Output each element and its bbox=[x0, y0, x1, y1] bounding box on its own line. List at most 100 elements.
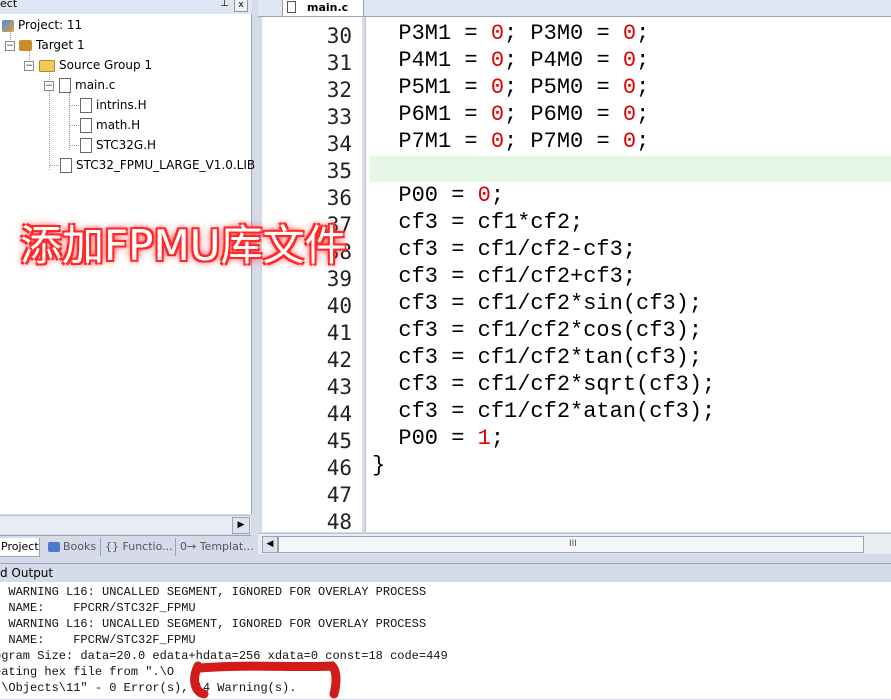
numeric-literal: 0 bbox=[622, 75, 637, 100]
code-token: ; bbox=[636, 102, 650, 127]
collapse-toggle[interactable]: − bbox=[44, 81, 54, 91]
numeric-literal: 0 bbox=[490, 129, 505, 154]
project-horizontal-scrollbar[interactable]: ▶ bbox=[0, 515, 251, 534]
code-token: P7M1 = bbox=[372, 129, 491, 154]
output-line: NAME: FPCRW/STC32F_FPMU bbox=[0, 633, 196, 647]
code-token: P00 = bbox=[372, 183, 478, 208]
code-token: cf3 = cf1/cf2+cf3; bbox=[372, 264, 637, 289]
output-line: * WARNING L16: UNCALLED SEGMENT, IGNORED… bbox=[0, 617, 427, 631]
code-token: ; P3M0 = bbox=[504, 21, 623, 46]
output-line: NAME: FPCRR/STC32F_FPMU bbox=[0, 601, 196, 615]
code-line: cf3 = cf1/cf2+cf3; bbox=[372, 263, 636, 290]
tree-label: math.H bbox=[96, 118, 141, 132]
tree-node-main-c[interactable]: main.c bbox=[59, 76, 115, 94]
line-number: 46 bbox=[326, 456, 352, 480]
code-token: ; P4M0 = bbox=[504, 48, 623, 73]
collapse-toggle[interactable]: − bbox=[24, 61, 34, 71]
numeric-literal: 0 bbox=[490, 102, 505, 127]
tab-templates[interactable]: 0→ Templat... bbox=[175, 538, 254, 556]
folder-open-icon bbox=[39, 59, 55, 72]
tree-node-math-h[interactable]: math.H bbox=[80, 116, 140, 134]
tree-node-fpmu-lib[interactable]: STC32_FPMU_LARGE_V1.0.LIB bbox=[60, 156, 255, 174]
line-number: 31 bbox=[326, 51, 352, 75]
scroll-right-arrow-icon[interactable]: ▶ bbox=[232, 517, 250, 534]
numeric-literal: 0 bbox=[622, 48, 637, 73]
file-icon bbox=[80, 118, 92, 133]
tree-node-target[interactable]: Target 1 bbox=[19, 36, 85, 54]
code-line: P00 = 0; bbox=[372, 182, 504, 209]
code-token: ; bbox=[490, 183, 505, 208]
tree-label: Source Group 1 bbox=[59, 58, 153, 72]
current-line-highlight bbox=[370, 156, 891, 182]
code-token: cf3 = cf1/cf2*atan(cf3); bbox=[372, 399, 716, 424]
code-token: P5M1 = bbox=[372, 75, 491, 100]
tab-label: main.c bbox=[307, 1, 349, 14]
numeric-literal: 0 bbox=[490, 48, 505, 73]
tree-label: main.c bbox=[75, 78, 116, 92]
code-token: ; P7M0 = bbox=[504, 129, 623, 154]
tree-node-stc32g-h[interactable]: STC32G.H bbox=[80, 136, 156, 154]
tab-books[interactable]: Books bbox=[44, 538, 96, 556]
code-line: P6M1 = 0; P6M0 = 0; bbox=[372, 101, 649, 128]
line-number: 45 bbox=[326, 429, 352, 453]
code-line: cf3 = cf1/cf2*cos(cf3); bbox=[372, 317, 702, 344]
overlay-caption: 添加FPMU库文件 bbox=[20, 221, 347, 270]
code-line: P00 = 1; bbox=[372, 425, 504, 452]
code-line: } bbox=[372, 452, 385, 479]
tree-label: Project: 11 bbox=[18, 18, 83, 32]
code-line: cf3 = cf1/cf2*sin(cf3); bbox=[372, 290, 702, 317]
project-pane-tabs: Project Books {} Functio... 0→ Templat..… bbox=[0, 535, 254, 558]
tab-functions[interactable]: {} Functio... bbox=[100, 538, 173, 556]
numeric-literal: 1 bbox=[477, 426, 491, 451]
scroll-grip: III bbox=[569, 539, 577, 549]
line-number-gutter: 30 31 32 33 34 35 36 37 38 39 40 41 42 43 44 45 46 47 48 bbox=[262, 17, 362, 534]
project-pane-title: ect bbox=[0, 0, 18, 10]
tree-label: STC32G.H bbox=[96, 138, 157, 152]
numeric-literal: 0 bbox=[477, 183, 491, 208]
code-token: cf3 = cf1/cf2*sqrt(cf3); bbox=[372, 372, 716, 397]
code-editor[interactable]: P3M1 = 0; P3M0 = 0; P4M1 = 0; P4M0 = 0; … bbox=[366, 17, 891, 532]
file-icon bbox=[80, 138, 92, 153]
code-line: P4M1 = 0; P4M0 = 0; bbox=[372, 47, 649, 74]
line-number: 42 bbox=[326, 348, 352, 372]
build-output-header: d Output bbox=[0, 563, 891, 582]
file-icon bbox=[60, 158, 72, 173]
code-token: P00 = bbox=[372, 426, 478, 451]
line-number: 43 bbox=[326, 375, 352, 399]
code-line: P7M1 = 0; P7M0 = 0; bbox=[372, 128, 649, 155]
code-line: P3M1 = 0; P3M0 = 0; bbox=[372, 20, 649, 47]
code-token: ; bbox=[490, 426, 505, 451]
code-token: cf3 = cf1/cf2*cos(cf3); bbox=[372, 318, 703, 343]
code-token: P4M1 = bbox=[372, 48, 491, 73]
editor-tab-bar: main.c bbox=[258, 0, 891, 17]
scroll-left-arrow-icon[interactable]: ◀ bbox=[262, 536, 278, 553]
close-pane-button[interactable]: x bbox=[234, 0, 248, 12]
tree-node-source-group[interactable]: Source Group 1 bbox=[39, 56, 152, 74]
tree-label: intrins.H bbox=[96, 98, 147, 112]
code-token: P3M1 = bbox=[372, 21, 491, 46]
numeric-literal: 0 bbox=[490, 21, 505, 46]
numeric-literal: 0 bbox=[622, 129, 637, 154]
tree-node-project[interactable]: Project: 11 bbox=[2, 16, 82, 34]
code-token: ; bbox=[636, 21, 650, 46]
line-number: 36 bbox=[326, 186, 352, 210]
books-icon bbox=[48, 542, 60, 552]
code-token: ; P5M0 = bbox=[504, 75, 623, 100]
line-number: 47 bbox=[326, 483, 352, 507]
output-line: * WARNING L16: UNCALLED SEGMENT, IGNORED… bbox=[0, 585, 427, 599]
pin-icon[interactable]: ⊥ bbox=[220, 0, 229, 9]
tab-label: Books bbox=[63, 540, 97, 553]
scroll-thumb[interactable]: III bbox=[278, 536, 864, 553]
line-number: 32 bbox=[326, 78, 352, 102]
code-token: cf3 = cf1*cf2; bbox=[372, 210, 584, 235]
editor-horizontal-scrollbar[interactable]: ◀ III bbox=[258, 533, 891, 554]
code-line: cf3 = cf1/cf2*atan(cf3); bbox=[372, 398, 715, 425]
tree-node-intrins-h[interactable]: intrins.H bbox=[80, 96, 147, 114]
numeric-literal: 0 bbox=[622, 102, 637, 127]
tab-main-c[interactable]: main.c bbox=[282, 0, 364, 16]
build-output-panel[interactable]: * WARNING L16: UNCALLED SEGMENT, IGNORED… bbox=[0, 582, 891, 699]
collapse-toggle[interactable]: − bbox=[5, 41, 15, 51]
output-line: eating hex file from ".\O bbox=[0, 665, 175, 679]
tab-project[interactable]: Project bbox=[0, 538, 40, 557]
code-line: cf3 = cf1*cf2; bbox=[372, 209, 583, 236]
